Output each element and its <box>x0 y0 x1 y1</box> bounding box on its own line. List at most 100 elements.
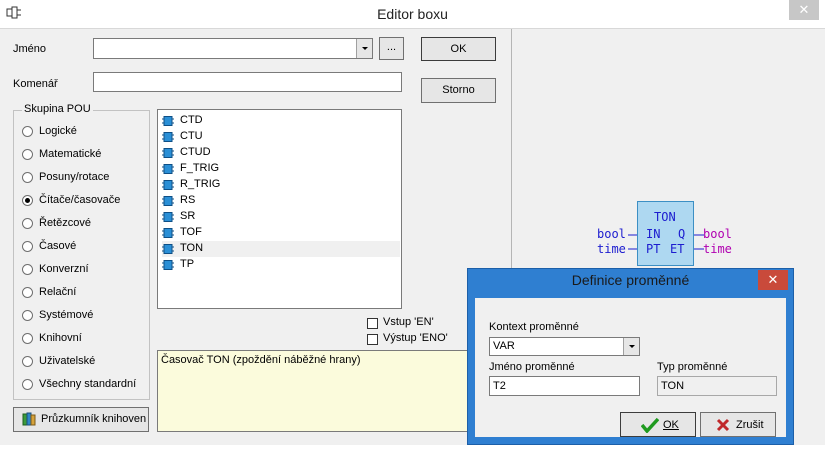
pou-radio-button[interactable] <box>22 379 33 390</box>
close-icon: ✕ <box>767 272 779 287</box>
block-list-item[interactable]: SR <box>162 209 400 225</box>
block-list-item-label: R_TRIG <box>180 178 221 190</box>
pou-radio-label[interactable]: Uživatelské <box>39 355 95 367</box>
cancel-button[interactable]: Storno <box>421 78 496 103</box>
description-box: Časovač TON (zpoždění náběžné hrany) <box>157 350 472 432</box>
function-block-icon <box>162 164 174 174</box>
pou-radio-button[interactable] <box>22 333 33 344</box>
eno-output-label: Výstup 'ENO' <box>383 332 448 344</box>
name-dropdown-button[interactable] <box>356 39 372 58</box>
pou-radio-label[interactable]: Relační <box>39 286 76 298</box>
browse-button[interactable]: ... <box>379 37 404 60</box>
comment-label: Komenář <box>13 78 58 90</box>
en-input-checkbox[interactable] <box>367 318 378 329</box>
block-list-item[interactable]: TOF <box>162 225 400 241</box>
variable-type-label: Typ proměnné <box>657 361 728 373</box>
block-list-item-label: TP <box>180 258 195 270</box>
comment-input[interactable] <box>93 72 402 92</box>
pou-radio-button[interactable] <box>22 172 33 183</box>
description-text: Časovač TON (zpoždění náběžné hrany) <box>161 354 361 366</box>
block-list-item[interactable]: TP <box>162 257 400 273</box>
chevron-down-icon <box>362 47 368 50</box>
block-list-item-label: SR <box>180 210 196 222</box>
function-block-icon <box>162 228 174 238</box>
preview-output-pin-1: Q <box>678 227 686 241</box>
pou-radio-button[interactable] <box>22 241 33 252</box>
dialog-cancel-button[interactable]: Zrušit <box>700 412 776 437</box>
dialog-ok-label: OK <box>663 419 679 431</box>
pou-radio-label[interactable]: Matematické <box>39 148 101 160</box>
pou-radio-label[interactable]: Logické <box>39 125 77 137</box>
function-block-icon <box>162 180 174 190</box>
block-list-item-label: F_TRIG <box>180 162 220 174</box>
close-icon: ✕ <box>798 2 810 17</box>
variable-type-value: TON <box>661 380 685 392</box>
preview-output-type-2: time <box>703 242 732 256</box>
pou-radio-label[interactable]: Řetězcové <box>39 217 91 229</box>
block-list-item[interactable]: TON <box>162 241 400 257</box>
variable-name-label: Jméno proměnné <box>489 361 575 373</box>
function-block-icon <box>162 244 174 254</box>
context-select[interactable]: VAR <box>489 337 640 356</box>
cancel-x-icon <box>716 418 730 435</box>
context-select-value: VAR <box>493 340 515 352</box>
context-dropdown-button[interactable] <box>623 338 639 355</box>
variable-name-input[interactable]: T2 <box>489 376 640 396</box>
function-block-icon <box>162 260 174 270</box>
context-label: Kontext proměnné <box>489 321 579 333</box>
block-list-item[interactable]: CTU <box>162 129 400 145</box>
dialog-cancel-label: Zrušit <box>736 419 764 431</box>
preview-input-type-1: bool <box>597 227 626 241</box>
name-combobox[interactable] <box>93 38 373 59</box>
block-list-item-label: CTU <box>180 130 203 142</box>
preview-input-type-2: time <box>597 242 626 256</box>
window-close-button[interactable]: ✕ <box>789 0 819 20</box>
pou-radio-button[interactable] <box>22 195 33 206</box>
library-books-icon <box>22 412 37 430</box>
pou-radio-label[interactable]: Systémové <box>39 309 93 321</box>
variable-dialog-close-button[interactable]: ✕ <box>758 270 788 290</box>
block-list-item[interactable]: F_TRIG <box>162 161 400 177</box>
variable-name-value: T2 <box>493 380 506 392</box>
checkmark-icon <box>640 417 660 436</box>
variable-dialog-title: Definice proměnné <box>571 272 690 288</box>
pou-radio-button[interactable] <box>22 149 33 160</box>
preview-input-pin-2: PT <box>646 242 661 256</box>
pou-radio-button[interactable] <box>22 356 33 367</box>
preview-output-pin-2: ET <box>670 242 685 256</box>
function-block-icon <box>162 212 174 222</box>
eno-output-checkbox[interactable] <box>367 334 378 345</box>
pou-radio-label[interactable]: Časové <box>39 240 76 252</box>
function-block-icon <box>162 116 174 126</box>
function-block-icon <box>162 148 174 158</box>
pou-radio-label[interactable]: Knihovní <box>39 332 82 344</box>
name-label: Jméno <box>13 43 47 55</box>
pou-radio-button[interactable] <box>22 218 33 229</box>
variable-type-field: TON <box>657 376 777 396</box>
window-title: Editor boxu <box>377 6 448 22</box>
pou-radio-button[interactable] <box>22 310 33 321</box>
block-list-item-label: CTD <box>180 114 203 126</box>
block-listbox[interactable]: CTD CTU CTUD F_TRIG R_TRIG RS SR TOF TON TP <box>157 109 402 309</box>
pou-radio-label[interactable]: Všechny standardní <box>39 378 136 390</box>
block-list-item[interactable]: RS <box>162 193 400 209</box>
library-explorer-button[interactable]: Průzkumník knihoven <box>13 407 149 432</box>
block-list-item[interactable]: CTUD <box>162 145 400 161</box>
block-list-item-label: CTUD <box>180 146 211 158</box>
pou-radio-button[interactable] <box>22 126 33 137</box>
pou-radio-button[interactable] <box>22 287 33 298</box>
pou-radio-label[interactable]: Posuny/rotace <box>39 171 109 183</box>
chevron-down-icon <box>629 345 635 348</box>
dialog-ok-button[interactable]: OK <box>620 412 696 437</box>
function-block-icon <box>162 196 174 206</box>
pou-radio-label[interactable]: Konverzní <box>39 263 89 275</box>
pou-radio-label[interactable]: Čítače/časovače <box>39 194 120 206</box>
preview-pin-lines <box>628 234 704 250</box>
preview-block-name: TON <box>654 210 676 224</box>
block-list-item[interactable]: R_TRIG <box>162 177 400 193</box>
ok-button[interactable]: OK <box>421 37 496 61</box>
pou-radio-button[interactable] <box>22 264 33 275</box>
preview-output-type-1: bool <box>703 227 732 241</box>
function-block-icon <box>162 132 174 142</box>
block-list-item[interactable]: CTD <box>162 113 400 129</box>
